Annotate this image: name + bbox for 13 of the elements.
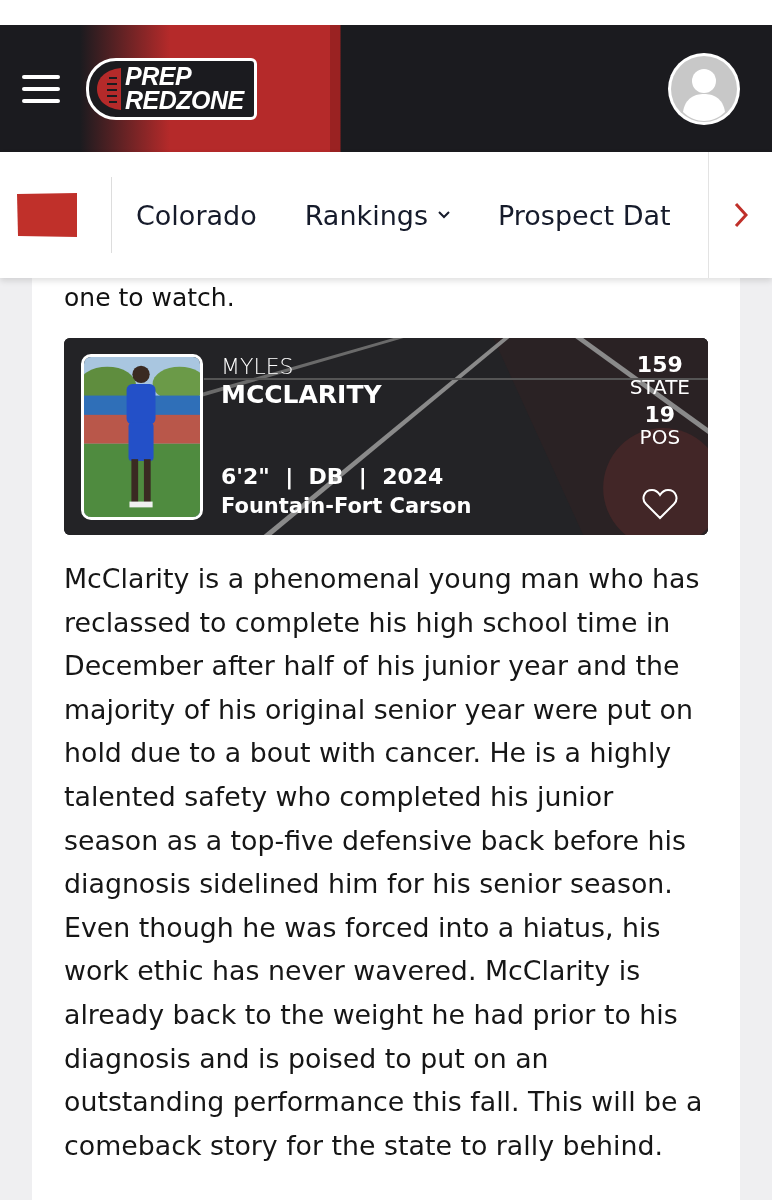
user-avatar-icon (671, 55, 737, 122)
state-map-icon (17, 193, 77, 237)
logo-text: REDZONE (125, 88, 244, 113)
nav-link[interactable]: Prospect Dat (498, 199, 671, 231)
chevron-right-icon (733, 202, 748, 228)
article-text: McClarity is a phenomenal young man who has reclassed to complete his high school time in December after half of his junior year and the majority of his original senior year were put on hold due to a bout with cancer. He is a highly talented safety who completed his junior season as a top-five defensive back before his diagnosis sidelined him for his senior season. Even though he was forced into a hiatus, his work ethic has never wavered. McClarity is already back to the weight he had prior to his diagnosis and is poised to put on an outstanding performance this fall. This will be a comeback story for the state to rally behind. (64, 562, 704, 1163)
article-text: one to watch. (64, 282, 236, 314)
nav-link[interactable]: Colorado (136, 199, 257, 231)
logo-text: PREP (125, 64, 193, 89)
football-icon (95, 65, 121, 112)
nav-link[interactable]: Rankings (304, 199, 450, 231)
menu-button[interactable] (22, 74, 60, 103)
logo[interactable]: PREP REDZONE (86, 57, 257, 120)
